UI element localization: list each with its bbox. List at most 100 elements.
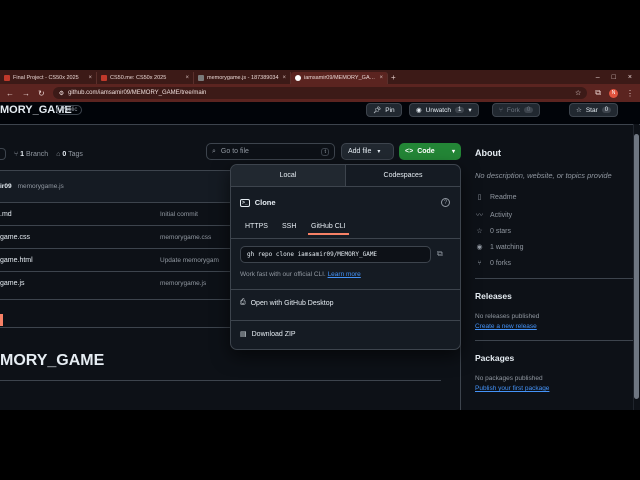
about-title: About xyxy=(475,148,501,158)
sidebar-item-activity[interactable]: 〰 Activity xyxy=(475,210,512,220)
packages-title[interactable]: Packages xyxy=(475,353,514,363)
star-icon: ☆ xyxy=(576,107,582,114)
sidebar-item-stars[interactable]: ☆ 0 stars xyxy=(475,227,512,236)
profile-avatar[interactable]: N xyxy=(609,88,618,98)
url-text: github.com/iamsamir09/MEMORY_GAME/tree/m… xyxy=(68,90,207,96)
sidebar-item-watching[interactable]: ◉ 1 watching xyxy=(475,243,523,252)
create-release-link[interactable]: Create a new release xyxy=(475,323,537,330)
star-icon: ☆ xyxy=(476,228,483,235)
clone-header: >_ Clone xyxy=(240,198,276,207)
sidebar-item-readme[interactable]: ▯ Readme xyxy=(475,193,517,202)
sidebar-item-label: Readme xyxy=(490,193,517,201)
maximize-icon[interactable]: □ xyxy=(612,74,616,81)
chevron-down-icon: ▾ xyxy=(377,149,381,155)
branch-selector-edge[interactable] xyxy=(0,148,6,160)
browser-tab-active[interactable]: iamsamir09/MEMORY_GAME × xyxy=(291,72,388,84)
file-commit-message[interactable]: Initial commit xyxy=(160,211,198,218)
learn-more-link[interactable]: Learn more xyxy=(328,271,361,278)
add-file-button[interactable]: Add file ▾ xyxy=(341,143,394,160)
commit-message[interactable]: memorygame.js xyxy=(18,183,64,190)
star-button[interactable]: ☆ Star 0 xyxy=(569,103,619,117)
add-file-label: Add file xyxy=(348,148,372,155)
star-label: Star xyxy=(585,106,598,114)
file-name[interactable]: game.html xyxy=(0,257,33,264)
code-label: Code xyxy=(417,148,435,155)
tab-github-cli[interactable]: GitHub CLI xyxy=(308,223,349,235)
browser-tab[interactable]: memorygame.js - 187389034 × xyxy=(194,72,291,84)
cli-hint-text: Work fast with our official CLI. xyxy=(240,271,326,278)
tab-title: iamsamir09/MEMORY_GAME xyxy=(304,75,377,81)
browser-tabbar: Final Project - CS50x 2025 × CS50.me: CS… xyxy=(0,70,640,84)
eye-icon: ◉ xyxy=(416,107,422,114)
site-info-icon[interactable]: ⚙ xyxy=(59,90,64,97)
address-bar[interactable]: ⚙ github.com/iamsamir09/MEMORY_GAME/tree… xyxy=(52,87,588,99)
fork-count: 0 xyxy=(523,107,534,113)
scrollbar-thumb[interactable] xyxy=(634,134,639,399)
releases-title[interactable]: Releases xyxy=(475,291,512,301)
tab-ssh[interactable]: SSH xyxy=(282,223,296,230)
sidebar-item-label: 0 forks xyxy=(490,260,512,267)
extensions-icon[interactable]: ⧉ xyxy=(595,88,601,98)
help-icon[interactable]: ? xyxy=(441,198,450,207)
sidebar-item-label: 0 stars xyxy=(490,227,512,235)
cli-hint: Work fast with our official CLI. Learn m… xyxy=(240,271,361,278)
eye-icon: ◉ xyxy=(476,244,483,251)
menu-divider xyxy=(231,289,460,290)
close-tab-icon[interactable]: × xyxy=(88,75,92,81)
back-icon[interactable]: ← xyxy=(6,89,14,98)
code-icon: <> xyxy=(405,148,414,155)
window-controls: – □ × xyxy=(596,74,640,81)
menu-icon[interactable]: ⋮ xyxy=(626,89,634,98)
file-favicon-icon xyxy=(198,75,204,81)
close-tab-icon[interactable]: × xyxy=(379,75,383,81)
copy-icon[interactable]: ⧉ xyxy=(437,249,447,259)
tags-link[interactable]: ⌂ 0 Tags xyxy=(56,151,83,158)
new-tab-icon[interactable]: + xyxy=(391,73,396,82)
commit-author[interactable]: ir09 xyxy=(0,183,12,190)
download-zip-item[interactable]: ▤ Download ZIP xyxy=(240,330,296,339)
packages-empty-text: No packages published xyxy=(475,375,543,382)
clone-dropdown: Local Codespaces >_ Clone ? HTTPS SSH Gi… xyxy=(230,164,461,350)
file-commit-message[interactable]: Update memorygam xyxy=(160,257,219,264)
file-name[interactable]: .md xyxy=(0,211,12,218)
go-to-file-input[interactable]: ⌕ Go to file t xyxy=(206,143,335,160)
open-desktop-item[interactable]: ⎙ Open with GitHub Desktop xyxy=(240,299,333,307)
fork-button[interactable]: ⑂ Fork 0 xyxy=(492,103,541,117)
readme-tab-indicator xyxy=(0,314,3,326)
file-commit-message[interactable]: memorygame.js xyxy=(160,280,206,287)
clone-command-field[interactable]: gh repo clone iamsamir09/MEMORY_GAME xyxy=(240,246,431,263)
tab-title: CS50.me: CS50x 2025 xyxy=(110,75,167,81)
fork-label: Fork xyxy=(506,106,520,114)
file-zip-icon: ▤ xyxy=(240,331,247,338)
branch-label: Branch xyxy=(26,150,49,158)
star-count: 0 xyxy=(601,107,612,113)
browser-tab[interactable]: Final Project - CS50x 2025 × xyxy=(0,72,97,84)
browser-toolbar: ← → ↻ ⚙ github.com/iamsamir09/MEMORY_GAM… xyxy=(0,84,640,102)
file-name[interactable]: game.css xyxy=(0,234,30,241)
sidebar-item-forks[interactable]: ⑂ 0 forks xyxy=(475,260,511,267)
terminal-icon: >_ xyxy=(240,198,250,207)
unwatch-button[interactable]: ◉ Unwatch 1 ▾ xyxy=(409,103,479,117)
close-window-icon[interactable]: × xyxy=(628,74,632,81)
close-tab-icon[interactable]: × xyxy=(185,75,189,81)
publish-package-link[interactable]: Publish your first package xyxy=(475,385,549,392)
branch-count: 1 xyxy=(20,150,25,158)
reload-icon[interactable]: ↻ xyxy=(38,89,45,98)
browser-tab[interactable]: CS50.me: CS50x 2025 × xyxy=(97,72,194,84)
file-name[interactable]: game.js xyxy=(0,280,25,287)
branches-link[interactable]: ⑂ 1 Branch xyxy=(14,151,48,158)
screen: Final Project - CS50x 2025 × CS50.me: CS… xyxy=(0,70,640,410)
forward-icon[interactable]: → xyxy=(22,89,30,98)
code-button[interactable]: <> Code ▾ xyxy=(399,143,461,160)
tab-local[interactable]: Local xyxy=(231,165,346,186)
cs50-favicon-icon xyxy=(101,75,107,81)
close-tab-icon[interactable]: × xyxy=(282,75,286,81)
tab-https[interactable]: HTTPS xyxy=(245,223,268,230)
file-commit-message[interactable]: memorygame.css xyxy=(160,234,211,241)
tag-icon: ⌂ xyxy=(56,150,61,158)
tab-codespaces[interactable]: Codespaces xyxy=(346,165,460,186)
sidebar-divider xyxy=(475,340,635,341)
bookmark-star-icon[interactable]: ☆ xyxy=(575,89,581,97)
minimize-icon[interactable]: – xyxy=(596,74,600,81)
pin-button[interactable]: 📌︎ Pin xyxy=(366,103,402,117)
